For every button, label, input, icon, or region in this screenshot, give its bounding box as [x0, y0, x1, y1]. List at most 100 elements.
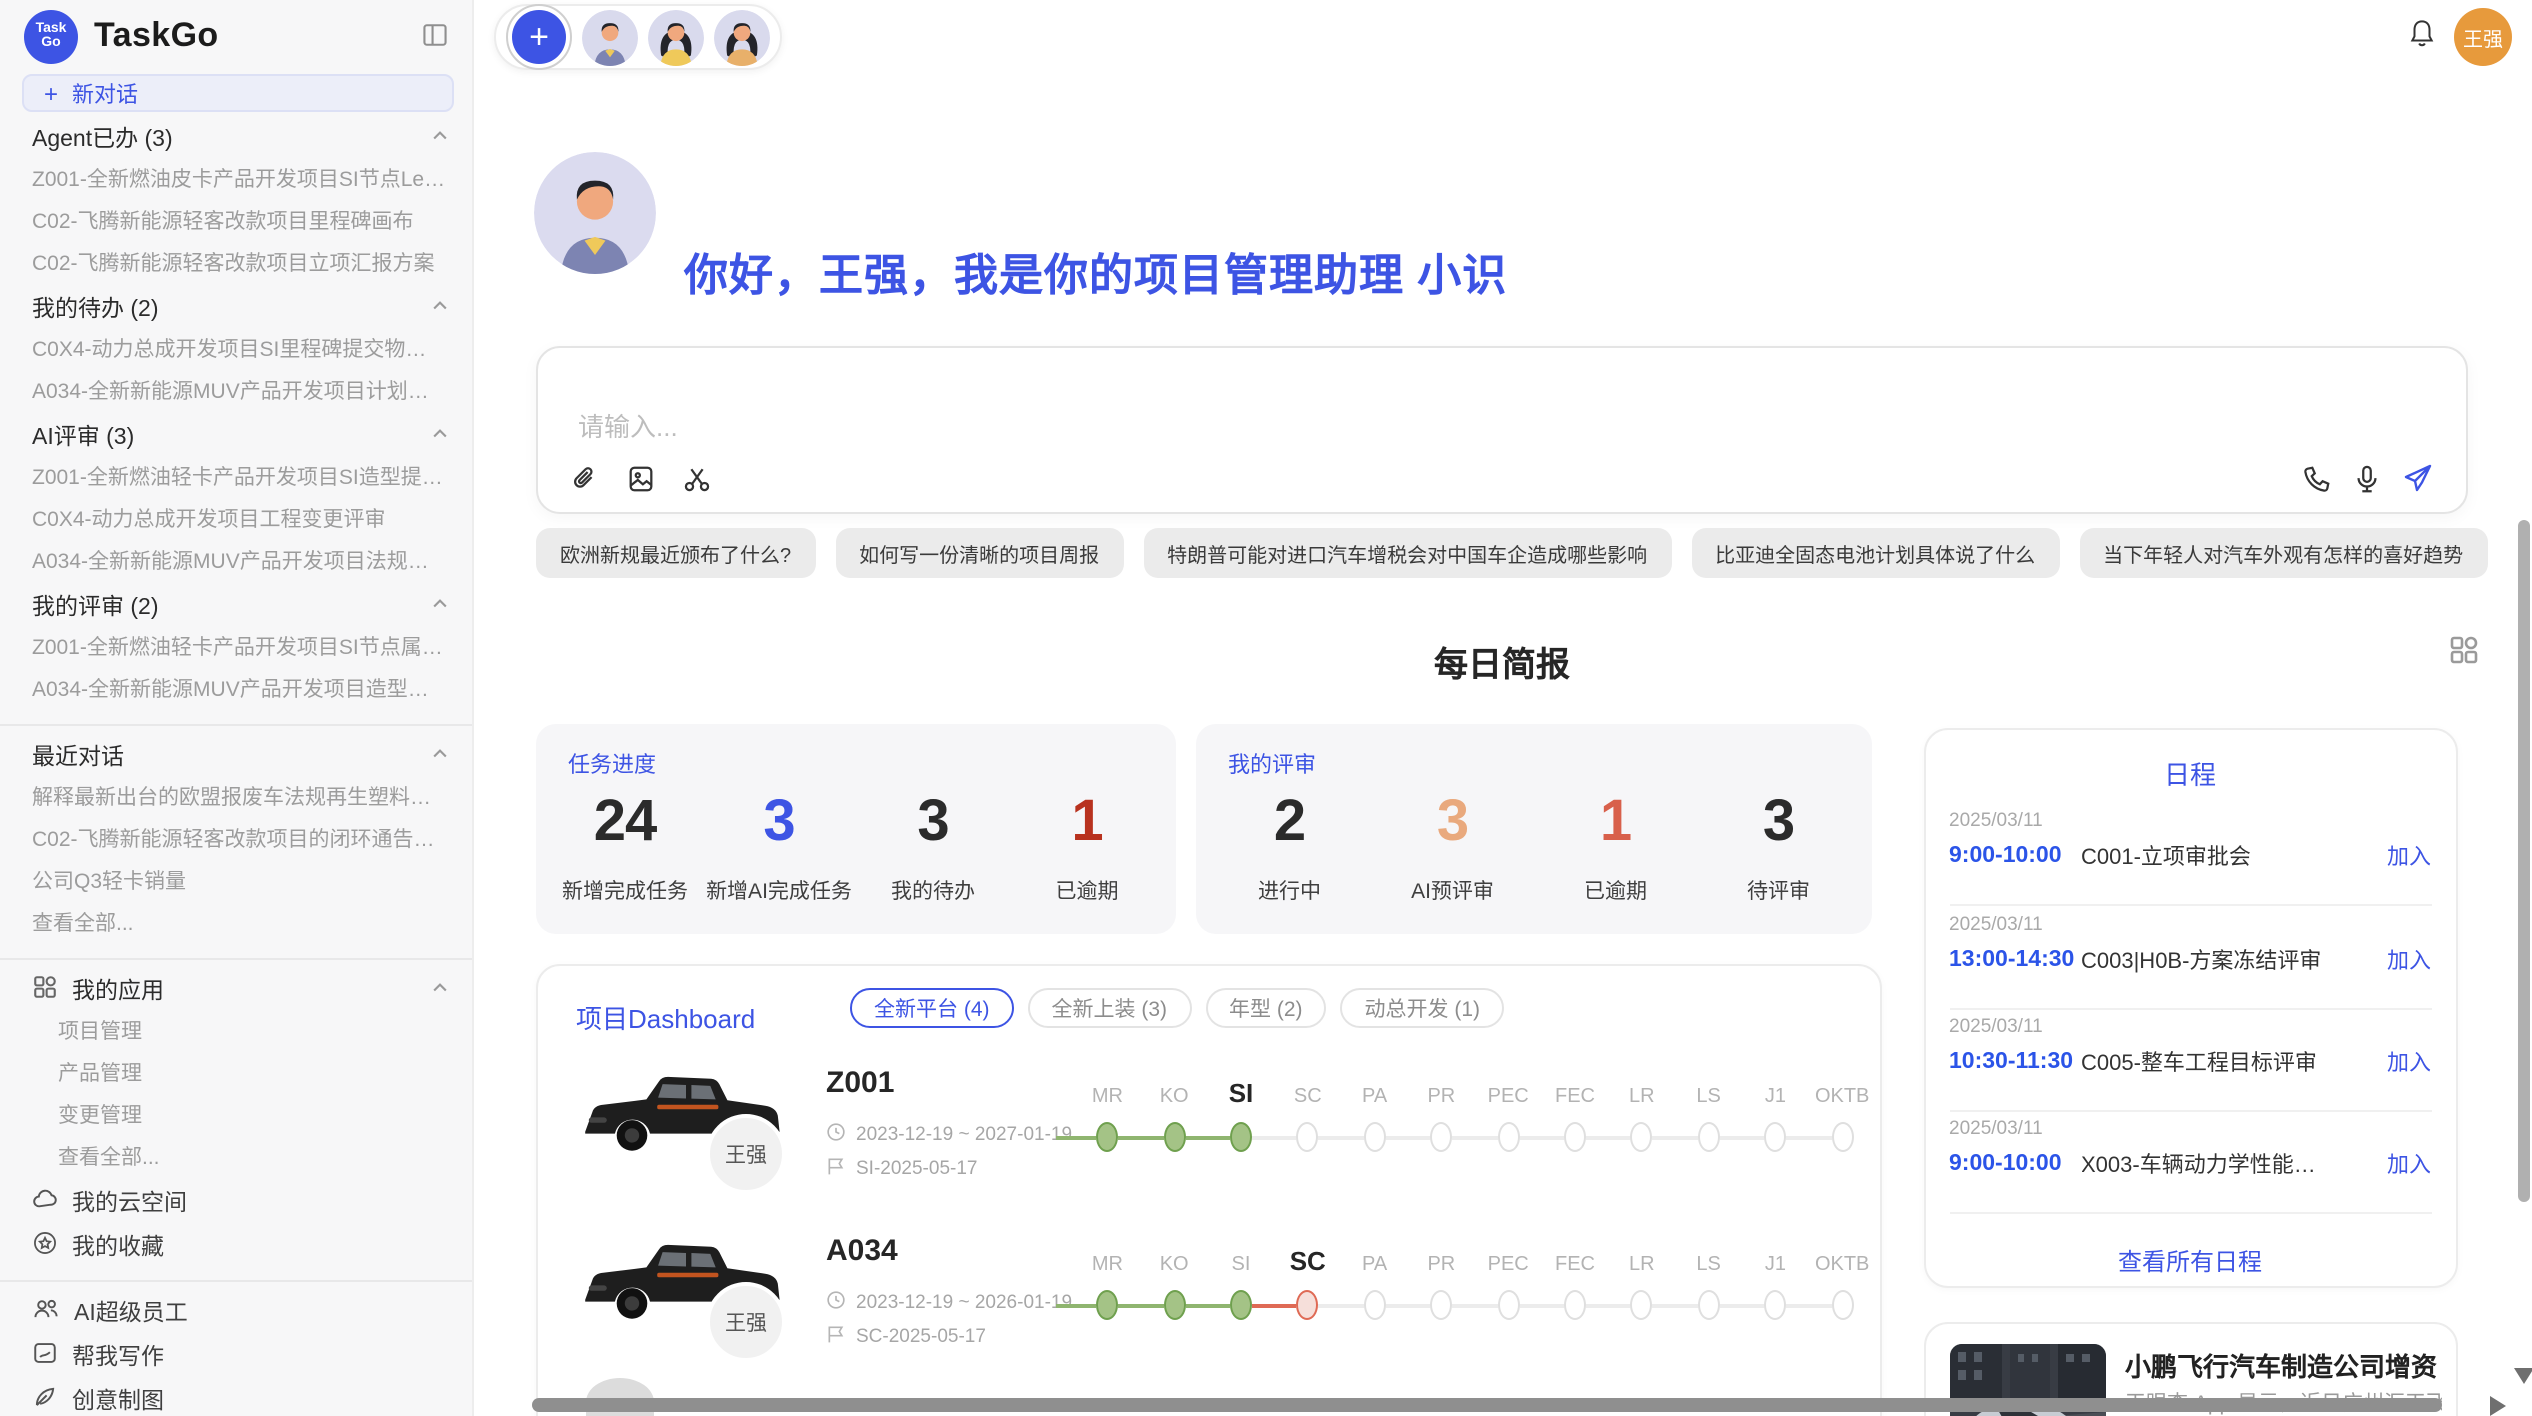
horizontal-scrollbar[interactable] — [532, 1398, 2442, 1412]
sidebar-section-header[interactable]: Agent已办 (3) — [0, 116, 474, 160]
sidebar-task-item[interactable]: A034-全新新能源MUV产品开发项目造型可行性评审 — [0, 670, 474, 712]
view-all-schedule-link[interactable]: 查看所有日程 — [1925, 1244, 2455, 1278]
join-link[interactable]: 加入 — [2387, 944, 2431, 976]
scroll-down-arrow[interactable] — [2514, 1368, 2532, 1384]
image-upload-icon[interactable] — [626, 464, 656, 494]
sidebar-section-header[interactable]: AI评审 (3) — [0, 414, 474, 458]
chevron-up-icon[interactable] — [430, 295, 450, 321]
recent-view-all-link[interactable]: 查看全部... — [0, 904, 474, 946]
schedule-time: 9:00-10:00 — [1949, 1152, 2081, 1176]
schedule-item[interactable]: 2025/03/1113:00-14:30C003|H0B-方案冻结评审加入 — [1949, 914, 2431, 994]
sidebar-task-item[interactable]: C02-飞腾新能源轻客改款项目立项汇报方案 — [0, 244, 474, 286]
stat-label: 新增AI完成任务 — [706, 876, 852, 906]
briefing-layout-icon[interactable] — [2448, 634, 2480, 676]
milestone-label: LR — [1608, 1250, 1676, 1282]
my-apps-item[interactable]: 项目管理 — [0, 1012, 474, 1054]
sidebar-task-item[interactable]: C0X4-动力总成开发项目工程变更评审 — [0, 500, 474, 542]
sidebar-collapse-icon[interactable] — [422, 22, 448, 58]
scroll-right-arrow[interactable] — [2490, 1396, 2506, 1416]
sidebar-task-item[interactable]: Z001-全新燃油皮卡产品开发项目SI节点Lesson Learn报告 — [0, 160, 474, 202]
dashboard-tab[interactable]: 年型 (2) — [1205, 988, 1327, 1028]
stat-value: 3 — [917, 792, 948, 852]
agent-avatar-2[interactable] — [648, 9, 704, 65]
project-code: A034 — [826, 1234, 898, 1268]
tool-ai-super-staff[interactable]: AI超级员工 — [0, 1290, 474, 1334]
stat-row: 24新增完成任务3新增AI完成任务3我的待办1已逾期 — [548, 792, 1164, 906]
microphone-icon[interactable] — [2352, 463, 2382, 493]
milestone-node — [1163, 1122, 1185, 1152]
my-apps-item[interactable]: 查看全部... — [0, 1138, 474, 1180]
add-agent-button[interactable]: + — [512, 10, 566, 64]
suggestion-chip[interactable]: 当下年轻人对汽车外观有怎样的喜好趋势 — [2079, 528, 2487, 578]
my-favorites[interactable]: 我的收藏 — [0, 1224, 474, 1268]
screenshot-icon[interactable] — [682, 464, 712, 494]
new-chat-button[interactable]: + 新对话 — [22, 74, 454, 112]
add-agent-wrap: + — [506, 8, 572, 66]
milestone-label: PR — [1407, 1250, 1475, 1282]
sidebar-task-item[interactable]: Z001-全新燃油轻卡产品开发项目SI造型提交物评审 — [0, 458, 474, 500]
milestone-connector — [1786, 1135, 1831, 1139]
stat-label: 进行中 — [1258, 876, 1321, 906]
milestone-connector — [1720, 1135, 1765, 1139]
voice-call-icon[interactable] — [2302, 463, 2332, 493]
milestone-connector — [1252, 1303, 1297, 1307]
suggestion-chip[interactable]: 比亚迪全固态电池计划具体说了什么 — [1691, 528, 2059, 578]
suggestion-chip[interactable]: 如何写一份清晰的项目周报 — [835, 528, 1123, 578]
sidebar-task-item[interactable]: C0X4-动力总成开发项目SI里程碑提交物检查 — [0, 330, 474, 372]
my-cloud-space[interactable]: 我的云空间 — [0, 1180, 474, 1224]
vertical-scrollbar[interactable] — [2518, 520, 2530, 1202]
send-icon[interactable] — [2402, 462, 2434, 494]
dashboard-tab[interactable]: 动总开发 (1) — [1341, 988, 1505, 1028]
chat-composer[interactable]: 请输入... — [536, 346, 2468, 514]
milestone-track: MRKOSISCPAPRPECFECLRLSJ1OKTB — [1074, 1082, 1874, 1194]
stat-card-title: 任务进度 — [568, 748, 656, 780]
join-link[interactable]: 加入 — [2387, 1046, 2431, 1078]
milestone-connector — [1118, 1303, 1163, 1307]
chevron-up-icon[interactable] — [430, 423, 450, 449]
milestone-label: SC — [1274, 1246, 1342, 1278]
notification-bell-icon[interactable] — [2408, 18, 2436, 58]
tool-creative-drawing[interactable]: 创意制图 — [0, 1378, 474, 1416]
sidebar-task-item[interactable]: A034-全新新能源MUV产品开发项目计划变更表编写 — [0, 372, 474, 414]
clock-icon — [826, 1290, 846, 1316]
recent-chat-item[interactable]: C02-飞腾新能源轻客改款项目的闭环通告反馈情况 — [0, 820, 474, 862]
schedule-item[interactable]: 2025/03/1110:30-11:30C005-整车工程目标评审加入 — [1949, 1016, 2431, 1096]
sidebar-section-header[interactable]: 我的待办 (2) — [0, 286, 474, 330]
dashboard-tab[interactable]: 全新平台 (4) — [850, 988, 1014, 1028]
my-apps-item[interactable]: 变更管理 — [0, 1096, 474, 1138]
project-row[interactable]: 王强Z0012023-12-19 ~ 2027-01-19SI-2025-05-… — [538, 1050, 1884, 1212]
milestone-connector — [1586, 1303, 1631, 1307]
join-link[interactable]: 加入 — [2387, 1148, 2431, 1180]
app-window: Task Go TaskGo + 新对话 Agent已办 (3)Z001-全新燃… — [0, 0, 2532, 1416]
tool-help-me-write[interactable]: 帮我写作 — [0, 1334, 474, 1378]
sidebar-task-item[interactable]: C02-飞腾新能源轻客改款项目里程碑画布 — [0, 202, 474, 244]
user-avatar[interactable]: 王强 — [2454, 8, 2512, 66]
agent-avatar-3[interactable] — [714, 9, 770, 65]
chevron-up-icon[interactable] — [430, 977, 450, 1003]
dashboard-tab[interactable]: 全新上装 (3) — [1028, 988, 1192, 1028]
suggestion-chip[interactable]: 特朗普可能对进口汽车增税会对中国车企造成哪些影响 — [1143, 528, 1671, 578]
project-row[interactable]: 王强A0342023-12-19 ~ 2026-01-19SC-2025-05-… — [538, 1218, 1884, 1380]
milestone-label: SI — [1207, 1250, 1275, 1282]
sidebar-task-item[interactable]: A034-全新新能源MUV产品开发项目法规符合性评审 — [0, 542, 474, 584]
sidebar-task-item[interactable]: Z001-全新燃油轻卡产品开发项目SI节点属性5D文件评审 — [0, 628, 474, 670]
my-apps-item[interactable]: 产品管理 — [0, 1054, 474, 1096]
schedule-item[interactable]: 2025/03/119:00-10:00X003-车辆动力学性能验...加入 — [1949, 1118, 2431, 1198]
attachment-icon[interactable] — [570, 464, 600, 494]
recent-chat-item[interactable]: 公司Q3轻卡销量 — [0, 862, 474, 904]
stat-label: AI预评审 — [1411, 876, 1494, 906]
suggestion-chip[interactable]: 欧洲新规最近颁布了什么? — [536, 528, 815, 578]
sidebar-section-header-recent[interactable]: 最近对话 — [0, 734, 474, 778]
sidebar-section-header[interactable]: 我的评审 (2) — [0, 584, 474, 628]
chevron-up-icon[interactable] — [430, 125, 450, 151]
chevron-up-icon[interactable] — [430, 593, 450, 619]
chevron-up-icon[interactable] — [430, 743, 450, 769]
schedule-item[interactable]: 2025/03/119:00-10:00C001-立项审批会加入 — [1949, 810, 2431, 890]
briefing-title: 每日简报 — [536, 636, 2468, 686]
agent-avatar-1[interactable] — [582, 9, 638, 65]
my-apps-header[interactable]: 我的应用 — [0, 968, 474, 1012]
recent-chat-item[interactable]: 解释最新出台的欧盟报废车法规再生塑料比例被调至15%... — [0, 778, 474, 820]
join-link[interactable]: 加入 — [2387, 840, 2431, 872]
milestone-connector — [1586, 1135, 1631, 1139]
stat-block: 3待评审 — [1699, 792, 1859, 906]
